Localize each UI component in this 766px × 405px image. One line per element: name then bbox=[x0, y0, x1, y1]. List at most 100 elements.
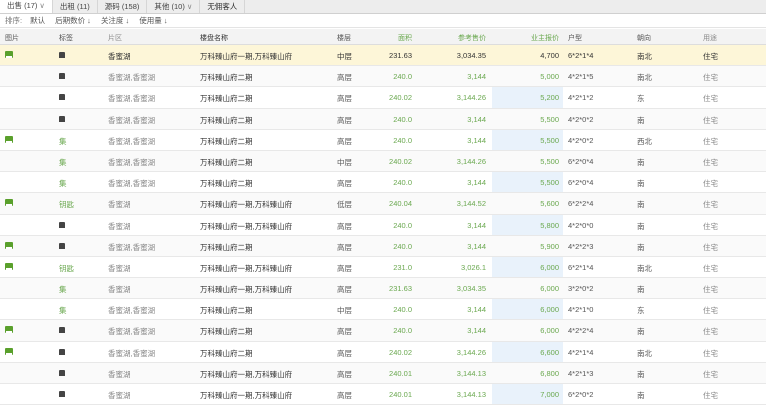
sort-default[interactable]: 默认 bbox=[30, 15, 45, 26]
tab-bar: 出售 (17) ∨ 出租 (11) 源码 (158) 其他 (10) ∨ 无佣客… bbox=[0, 0, 766, 14]
header-price[interactable]: 业主报价 bbox=[531, 33, 559, 43]
cell-size: 240.0 bbox=[393, 326, 412, 336]
table-row[interactable]: 集 香蜜湖,香蜜湖 万科臻山府二期 高层 240.0 3,144 5,500 4*2*0*2 西… bbox=[0, 130, 766, 151]
cell-use: 住宅 bbox=[703, 348, 718, 358]
header-use[interactable]: 用途 bbox=[703, 33, 717, 43]
photo-icon[interactable] bbox=[5, 199, 13, 208]
cell-dir: 南 bbox=[637, 369, 645, 379]
photo-icon[interactable] bbox=[5, 262, 13, 272]
cell-floor: 高层 bbox=[337, 179, 352, 189]
table-row[interactable]: 集 香蜜湖,香蜜湖 万科臻山府二期 中层 240.02 3,144.26 5,500 6*2*… bbox=[0, 150, 766, 173]
chevron-down-icon[interactable]: ∨ bbox=[187, 2, 193, 11]
table-row[interactable]: 集 香蜜湖 万科臻山府一期,万科臻山府 高层 231.63 3,034.35 6,000 3*… bbox=[0, 278, 766, 300]
cell-floor: 高层 bbox=[337, 73, 352, 83]
table-row[interactable]: 香蜜湖 万科臻山府一期,万科臻山府 高层 240.01 3,144.13 7,000 6*2… bbox=[0, 384, 766, 405]
table-row[interactable]: 集 香蜜湖,香蜜湖 万科臻山府二期 中层 240.0 3,144 6,000 4*2*1*0 东… bbox=[0, 299, 766, 321]
table-row[interactable]: 香蜜湖 万科臻山府一期,万科臻山府 高层 240.0 3,144 5,800 4*2*0*0… bbox=[0, 215, 766, 236]
cell-type: 6*2*0*2 bbox=[568, 390, 594, 399]
tag-label: 钥匙 bbox=[59, 200, 74, 210]
header-type[interactable]: 户型 bbox=[568, 33, 582, 43]
header-tag[interactable]: 标签 bbox=[59, 33, 73, 43]
cell-size: 240.0 bbox=[393, 72, 412, 82]
tab-sale[interactable]: 出售 (17) ∨ bbox=[0, 0, 53, 13]
cell-area: 香蜜湖 bbox=[108, 369, 131, 379]
cell-area: 香蜜湖 bbox=[108, 200, 131, 210]
cell-floor: 高层 bbox=[337, 115, 352, 125]
table-row[interactable]: 香蜜湖,香蜜湖 万科臻山府二期 高层 240.0 3,144 5,500 4*2*0*2 南 住… bbox=[0, 108, 766, 130]
header-size[interactable]: 面积 bbox=[398, 33, 412, 43]
cell-size: 231.0 bbox=[393, 262, 412, 272]
tab-other[interactable]: 其他 (10) ∨ bbox=[147, 0, 201, 13]
cell-dir: 南北 bbox=[637, 263, 652, 273]
table-row[interactable]: 钥匙 香蜜湖 万科臻山府一期,万科臻山府 高层 231.0 3,026.1 6,000 6*2… bbox=[0, 257, 766, 279]
table-row[interactable]: 香蜜湖,香蜜湖 万科臻山府二期 高层 240.02 3,144.26 5,200 4*2*1… bbox=[0, 87, 766, 109]
cell-price: 5,500 bbox=[540, 135, 559, 145]
table-row[interactable]: 香蜜湖 万科臻山府一期,万科臻山府 中层 231.63 3,034.35 4,700 6*2… bbox=[0, 45, 766, 67]
header-ref[interactable]: 参考售价 bbox=[458, 33, 486, 43]
cell-use: 住宅 bbox=[703, 242, 718, 252]
cell-area: 香蜜湖 bbox=[108, 263, 131, 273]
cell-name: 万科臻山府一期,万科臻山府 bbox=[200, 221, 293, 231]
tag-label: 集 bbox=[59, 179, 67, 189]
photo-icon[interactable] bbox=[5, 51, 13, 60]
cell-dir: 南 bbox=[637, 115, 645, 125]
cell-use: 住宅 bbox=[703, 157, 718, 167]
building-icon bbox=[59, 369, 65, 378]
cell-type: 4*2*0*0 bbox=[568, 220, 594, 230]
cell-dir: 东 bbox=[637, 306, 645, 316]
cell-floor: 高层 bbox=[337, 263, 352, 273]
sort-attention[interactable]: 关注度 ↓ bbox=[101, 15, 129, 26]
table-row[interactable]: 集 香蜜湖,香蜜湖 万科臻山府二期 高层 240.0 3,144 5,500 6*2*0*4 南… bbox=[0, 172, 766, 194]
cell-name: 万科臻山府二期 bbox=[200, 94, 253, 104]
tab-source[interactable]: 源码 (158) bbox=[98, 0, 148, 13]
cell-use: 住宅 bbox=[703, 263, 718, 273]
cell-price: 5,600 bbox=[540, 199, 559, 209]
chevron-down-icon[interactable]: ∨ bbox=[39, 1, 45, 10]
sort-usage[interactable]: 使用量 ↓ bbox=[139, 15, 167, 26]
header-dir[interactable]: 朝向 bbox=[637, 33, 651, 43]
cell-area: 香蜜湖,香蜜湖 bbox=[108, 73, 156, 83]
cell-floor: 高层 bbox=[337, 221, 352, 231]
photo-icon[interactable] bbox=[5, 326, 13, 335]
header-floor[interactable]: 楼层 bbox=[337, 33, 351, 43]
table-row[interactable]: 香蜜湖 万科臻山府一期,万科臻山府 高层 240.01 3,144.13 6,800 4*2… bbox=[0, 362, 766, 384]
cell-name: 万科臻山府一期,万科臻山府 bbox=[200, 52, 293, 61]
cell-name: 万科臻山府一期,万科臻山府 bbox=[200, 285, 293, 295]
photo-icon[interactable] bbox=[5, 241, 13, 251]
sort-bar: 排序: 默认 后期数价 ↓ 关注度 ↓ 使用量 ↓ bbox=[0, 14, 766, 28]
cell-price: 6,000 bbox=[540, 326, 559, 336]
tab-rent[interactable]: 出租 (11) bbox=[53, 0, 98, 13]
sort-price[interactable]: 后期数价 ↓ bbox=[55, 15, 91, 26]
cell-price: 5,800 bbox=[540, 220, 559, 230]
cell-price: 6,600 bbox=[540, 347, 559, 357]
cell-name: 万科臻山府一期,万科臻山府 bbox=[200, 391, 293, 400]
cell-ref: 3,034.35 bbox=[456, 284, 486, 294]
table-row[interactable]: 香蜜湖,香蜜湖 万科臻山府二期 高层 240.0 3,144 6,000 4*2*2*4 南 住… bbox=[0, 320, 766, 342]
cell-price: 5,500 bbox=[540, 114, 559, 124]
table-row[interactable]: 香蜜湖,香蜜湖 万科臻山府二期 高层 240.0 3,144 5,000 4*2*1*5 南北… bbox=[0, 66, 766, 88]
cell-floor: 低层 bbox=[337, 200, 352, 210]
cell-floor: 中层 bbox=[337, 157, 352, 167]
cell-ref: 3,144 bbox=[467, 326, 486, 336]
header-name[interactable]: 楼盘名称 bbox=[200, 33, 228, 43]
tab-no-commission[interactable]: 无佣客人 bbox=[200, 0, 246, 13]
cell-type: 6*2*1*4 bbox=[568, 51, 594, 60]
cell-type: 4*2*0*2 bbox=[568, 135, 594, 145]
header-img[interactable]: 图片 bbox=[5, 33, 19, 43]
cell-use: 住宅 bbox=[703, 73, 718, 83]
cell-name: 万科臻山府二期 bbox=[200, 327, 253, 337]
cell-size: 240.04 bbox=[389, 199, 412, 209]
cell-price: 6,000 bbox=[540, 284, 559, 294]
photo-icon[interactable] bbox=[5, 135, 13, 145]
table-row[interactable]: 香蜜湖,香蜜湖 万科臻山府二期 高层 240.0 3,144 5,900 4*2*2*3 南 住… bbox=[0, 235, 766, 257]
photo-icon[interactable] bbox=[5, 347, 13, 357]
cell-dir: 南北 bbox=[637, 348, 652, 358]
table-row[interactable]: 钥匙 香蜜湖 万科臻山府一期,万科臻山府 低层 240.04 3,144.52 5,600 6… bbox=[0, 193, 766, 215]
table-row[interactable]: 香蜜湖,香蜜湖 万科臻山府二期 高层 240.02 3,144.26 6,600 4*2*1… bbox=[0, 342, 766, 363]
cell-name: 万科臻山府二期 bbox=[200, 136, 253, 146]
header-area[interactable]: 片区 bbox=[108, 33, 122, 43]
cell-name: 万科臻山府二期 bbox=[200, 73, 253, 83]
cell-floor: 中层 bbox=[337, 52, 352, 61]
cell-ref: 3,144 bbox=[467, 305, 486, 315]
cell-dir: 南北 bbox=[637, 73, 652, 83]
